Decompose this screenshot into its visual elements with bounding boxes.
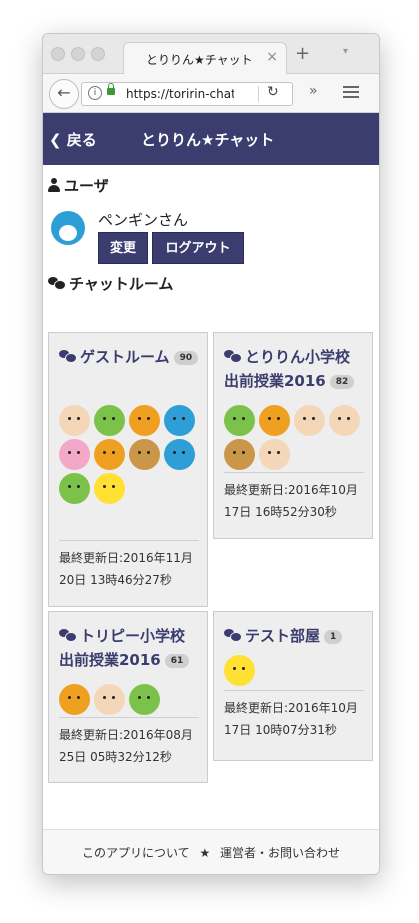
lock-icon [107,83,115,95]
overflow-chevron-icon[interactable]: » [309,83,318,99]
member-count-badge: 90 [173,351,199,365]
room-title-text: テスト部屋 [245,627,321,645]
user-heading-text: ユーザ [64,177,109,195]
tab-title: とりりん★チャット [146,53,253,67]
penguin-avatar [164,439,195,470]
tiger-avatar [94,439,125,470]
rooms-heading-text: チャットルーム [69,275,174,293]
card-divider [59,717,199,718]
close-window-button[interactable] [51,47,65,61]
rooms-section-heading: チャットルーム [48,273,173,294]
room-title[interactable]: ゲストルーム 90 [59,345,199,369]
tab-bar: とりりん★チャット × + ▾ [43,34,379,74]
last-updated: 最終更新日:2016年10月17日 16時52分30秒 [224,483,358,519]
change-user-button[interactable]: 変更 [98,232,148,264]
tiger-avatar [259,405,290,436]
card-divider [224,690,364,691]
contact-link[interactable]: 運営者・お問い合わせ [220,846,340,860]
app-title: とりりん★チャット [141,131,275,149]
minimize-window-button[interactable] [71,47,85,61]
room-card[interactable]: とりりん小学校出前授業2016 82 最終更新日:2016年10月17日 16時52… [213,332,373,539]
room-card[interactable]: トリピー小学校出前授業2016 61 最終更新日:2016年08月25日 05時32… [48,611,208,783]
tab-close-icon[interactable]: × [266,49,278,65]
tab-list-button[interactable]: ▾ [343,46,348,57]
back-link[interactable]: ❮ 戻る [49,129,97,150]
user-section-heading: ユーザ [48,175,109,196]
user-avatar [51,211,85,245]
last-updated: 最終更新日:2016年08月25日 05時32分12秒 [59,728,193,764]
footer-text: このアプリについて ★ 運営者・お問い合わせ [43,844,379,861]
last-updated: 最終更新日:2016年11月20日 13時46分27秒 [59,551,193,587]
browser-window: とりりん★チャット × + ▾ ← i https://toririn-chat… [42,33,380,875]
hamster-avatar [224,439,255,470]
room-title-text: ゲストルーム [80,348,170,366]
member-count-badge: 1 [324,630,343,644]
penguin-avatar [164,405,195,436]
navigation-bar: ← i https://toririn-chat ↻ » [43,74,379,113]
hamster-avatar [129,439,160,470]
main-content: ユーザ ペンギンさん 変更 ログアウト チャットルーム ゲストルーム 90 最終更新… [43,165,379,829]
boy-green-cap-avatar [59,473,90,504]
footer: このアプリについて ★ 運営者・お問い合わせ [43,829,379,874]
member-count-badge: 82 [329,375,355,389]
girl-avatar [59,405,90,436]
girl-avatar [294,405,325,436]
room-title[interactable]: テスト部屋 1 [224,624,364,648]
card-divider [59,540,199,541]
boy-green-cap-avatar [224,405,255,436]
chat-icon [224,350,242,363]
about-link[interactable]: このアプリについて [82,846,190,860]
reload-icon[interactable]: ↻ [267,84,279,100]
url-text[interactable]: https://toririn-chat [126,87,234,101]
username: ペンギンさん [98,211,189,229]
member-count-badge: 61 [164,654,190,668]
url-bar[interactable]: i https://toririn-chat ↻ [81,82,293,106]
boy-green-cap-avatar [94,405,125,436]
chat-icon [59,629,77,642]
card-divider [224,472,364,473]
star-icon: ★ [199,846,211,860]
url-separator [258,86,259,102]
logout-button[interactable]: ログアウト [152,232,244,264]
zoom-window-button[interactable] [91,47,105,61]
woman-avatar [259,439,290,470]
browser-tab[interactable]: とりりん★チャット × [123,42,287,74]
room-title[interactable]: トリピー小学校出前授業2016 61 [59,624,199,672]
room-avatars [224,405,364,473]
hamburger-menu-icon[interactable] [343,86,359,98]
man-avatar [329,405,360,436]
tiger-avatar [129,405,160,436]
browser-back-button[interactable]: ← [49,79,79,109]
last-updated: 最終更新日:2016年10月17日 10時07分31秒 [224,701,358,737]
rabbit-avatar [59,439,90,470]
chick-avatar [94,473,125,504]
user-icon [48,178,60,192]
room-title[interactable]: とりりん小学校出前授業2016 82 [224,345,364,393]
chat-icon [59,350,77,363]
room-avatars [224,655,364,689]
room-card[interactable]: ゲストルーム 90 最終更新日:2016年11月20日 13時46分27秒 [48,332,208,607]
room-avatars [59,684,199,718]
app-header: ❮ 戻る とりりん★チャット [43,113,379,165]
chat-icon [224,629,242,642]
new-tab-button[interactable]: + [295,43,310,64]
room-card[interactable]: テスト部屋 1 最終更新日:2016年10月17日 10時07分31秒 [213,611,373,761]
room-avatars [59,405,199,507]
info-icon[interactable]: i [88,86,102,100]
tiger-avatar [59,684,90,715]
chat-icon [48,277,66,290]
boy-green-cap-avatar [129,684,160,715]
girl-avatar [94,684,125,715]
chick-avatar [224,655,255,686]
